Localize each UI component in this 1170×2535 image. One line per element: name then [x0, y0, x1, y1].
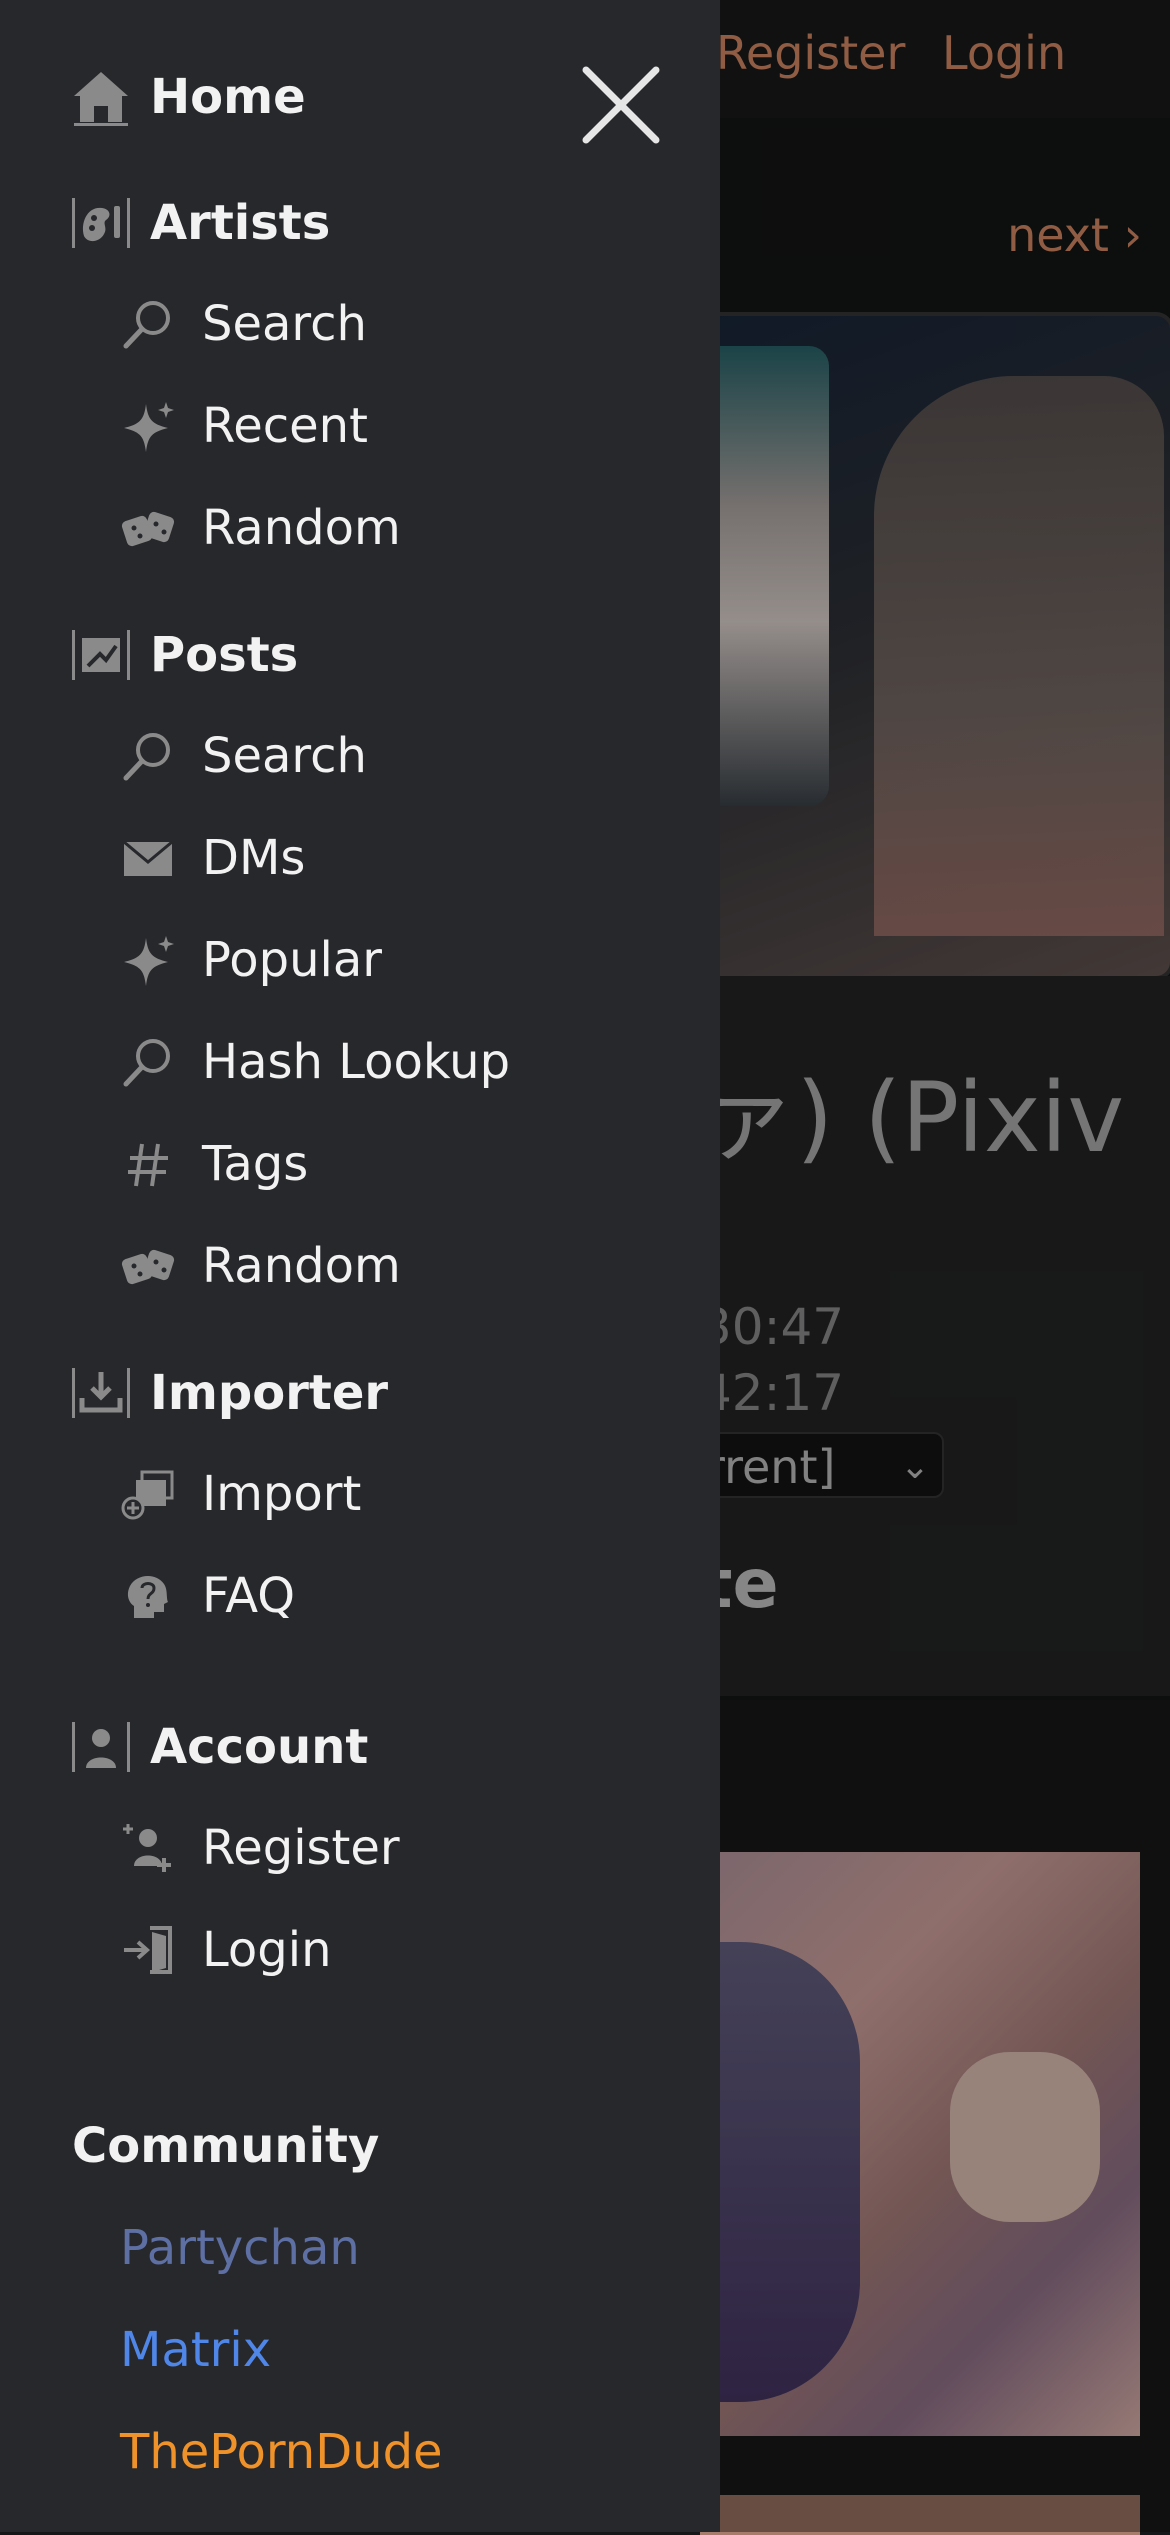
nav-posts-search[interactable]: Search [120, 728, 367, 784]
search-icon [120, 728, 176, 784]
nav-home-label: Home [150, 69, 306, 125]
nav-posts-popular-label: Popular [202, 932, 382, 988]
nav-posts-dms-label: DMs [202, 830, 306, 886]
dice-icon [120, 1238, 176, 1294]
nav-account-login-label: Login [202, 1922, 332, 1978]
add-import-icon [120, 1466, 176, 1522]
import-tray-icon [70, 1362, 132, 1424]
faq-head-icon [120, 1568, 176, 1624]
nav-posts-tags-label: Tags [202, 1136, 309, 1192]
nav-importer-import-label: Import [202, 1466, 362, 1522]
hashtag-icon [120, 1136, 176, 1192]
sparkle-icon [120, 932, 176, 988]
nav-posts-dms[interactable]: DMs [120, 830, 305, 886]
nav-artists-recent[interactable]: Recent [120, 398, 368, 454]
nav-posts-search-label: Search [202, 728, 367, 784]
nav-artists-search[interactable]: Search [120, 296, 367, 352]
nav-posts-random-label: Random [202, 1238, 401, 1294]
nav-importer-faq[interactable]: FAQ [120, 1568, 295, 1624]
nav-artists-label: Artists [150, 195, 331, 251]
nav-section-artists[interactable]: Artists [70, 192, 330, 254]
nav-posts-random[interactable]: Random [120, 1238, 401, 1294]
add-user-icon [120, 1820, 176, 1876]
nav-posts-hash-lookup-label: Hash Lookup [202, 1034, 511, 1090]
nav-posts-popular[interactable]: Popular [120, 932, 382, 988]
close-drawer-button[interactable] [578, 62, 664, 148]
dice-icon [120, 500, 176, 556]
nav-posts-hash-lookup[interactable]: Hash Lookup [120, 1034, 510, 1090]
community-link-partychan[interactable]: Partychan [120, 2220, 360, 2276]
close-icon [582, 66, 660, 144]
home-icon [70, 66, 132, 128]
nav-artists-search-label: Search [202, 296, 367, 352]
nav-posts-tags[interactable]: Tags [120, 1136, 308, 1192]
nav-importer-faq-label: FAQ [202, 1568, 295, 1624]
search-icon [120, 296, 176, 352]
nav-account-label: Account [150, 1719, 369, 1775]
community-link-matrix[interactable]: Matrix [120, 2322, 271, 2378]
search-icon [120, 1034, 176, 1090]
user-icon [70, 1716, 132, 1778]
nav-account-register[interactable]: Register [120, 1820, 400, 1876]
envelope-icon [120, 830, 176, 886]
community-heading: Community [72, 2118, 380, 2174]
nav-section-importer[interactable]: Importer [70, 1362, 388, 1424]
nav-artists-random-label: Random [202, 500, 401, 556]
nav-section-posts[interactable]: Posts [70, 624, 298, 686]
nav-section-account[interactable]: Account [70, 1716, 368, 1778]
nav-importer-label: Importer [150, 1365, 389, 1421]
nav-artists-recent-label: Recent [202, 398, 368, 454]
nav-account-register-label: Register [202, 1820, 400, 1876]
palette-icon [70, 192, 132, 254]
community-link-theporndude[interactable]: ThePornDude [120, 2424, 443, 2480]
posts-icon [70, 624, 132, 686]
nav-artists-random[interactable]: Random [120, 500, 401, 556]
nav-home[interactable]: Home [70, 66, 306, 128]
nav-drawer: Home Artists Search Recent Random Posts [0, 0, 720, 2532]
nav-posts-label: Posts [150, 627, 299, 683]
login-icon [120, 1922, 176, 1978]
nav-account-login[interactable]: Login [120, 1922, 332, 1978]
nav-importer-import[interactable]: Import [120, 1466, 361, 1522]
sparkle-icon [120, 398, 176, 454]
